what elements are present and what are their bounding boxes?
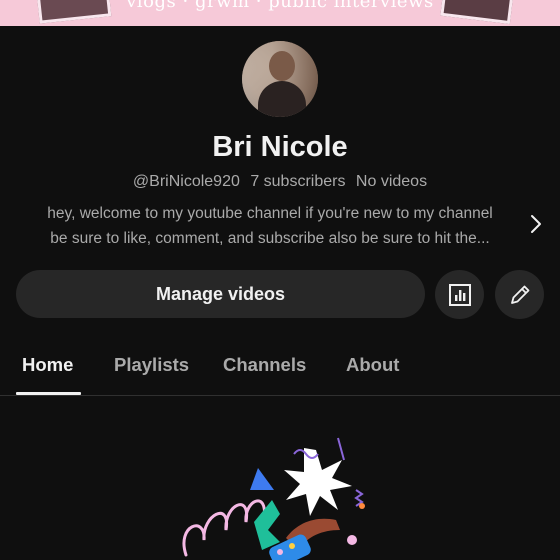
tab-channels[interactable]: Channels [223,354,306,376]
empty-state-illustration [182,437,365,560]
pencil-icon [510,285,529,304]
video-count: No videos [355,173,428,190]
channel-tabs: Home Playlists Channels About [0,340,560,396]
tab-playlists[interactable]: Playlists [114,354,189,376]
banner-text: vlogs · grwm · public interviews [126,0,434,12]
active-tab-indicator [16,392,81,395]
avatar[interactable] [242,41,318,117]
subscriber-count: 7 subscribers [250,173,346,190]
tab-home[interactable]: Home [22,354,73,376]
channel-meta: @BriNicole920 7 subscribers No videos [0,173,560,191]
bar-chart-icon [448,283,471,306]
channel-handle: @BriNicole920 [132,173,240,190]
edit-channel-button[interactable] [495,270,544,319]
channel-description[interactable]: hey, welcome to my youtube channel if yo… [18,201,522,251]
analytics-button[interactable] [435,270,484,319]
manage-videos-button[interactable]: Manage videos [16,270,425,318]
chevron-right-icon[interactable] [526,209,546,239]
channel-name: Bri Nicole [212,131,348,163]
description-line: be sure to like, comment, and subscribe … [50,230,490,247]
channel-banner: vlogs · grwm · public interviews [0,0,560,26]
tab-about[interactable]: About [346,354,399,376]
description-line: hey, welcome to my youtube channel if yo… [47,205,493,222]
